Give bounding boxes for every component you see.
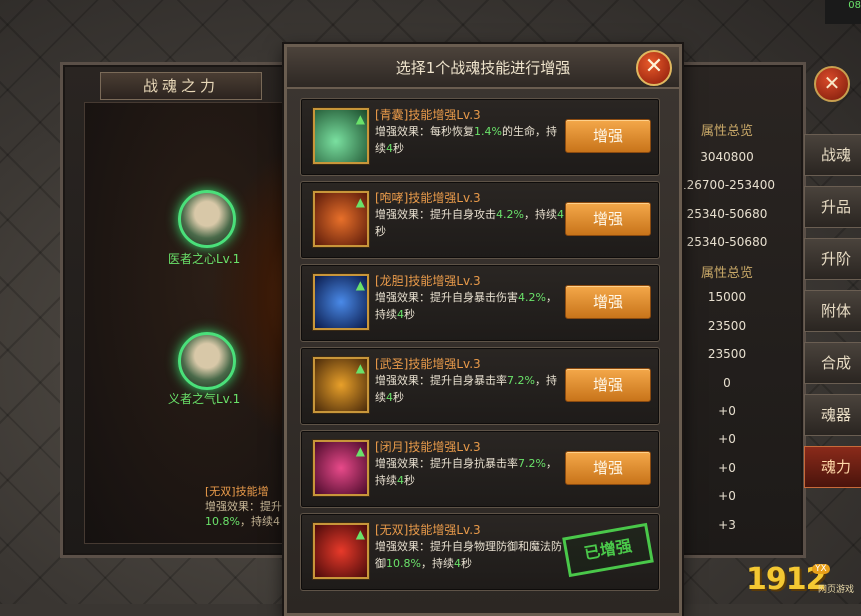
- upgrade-arrow-icon: ▲: [355, 361, 365, 375]
- moon-dancer-icon: ▲: [313, 440, 369, 496]
- upgrade-arrow-icon: ▲: [355, 195, 365, 209]
- tab-combine[interactable]: 合成: [804, 342, 861, 384]
- soul-avatar-healer[interactable]: [178, 190, 236, 248]
- enhance-button[interactable]: 增强: [565, 202, 651, 236]
- modal-header: 选择1个战魂技能进行增强: [287, 47, 679, 89]
- panel-close-button[interactable]: ✕: [814, 66, 850, 102]
- stat-value: +0: [718, 489, 736, 503]
- left-skill-value: 10.8%: [205, 515, 240, 528]
- skill-name: [青囊]技能增强Lv.3: [375, 108, 481, 122]
- heal-wind-icon: ▲: [313, 108, 369, 164]
- skill-description: 增强效果：提升自身暴击伤害4.2%，持续4秒: [375, 291, 557, 321]
- skill-card: ▲ [无双]技能增强Lv.3 增强效果：提升自身物理防御和魔法防御10.8%，持…: [300, 513, 660, 591]
- stat-value: 3040800: [700, 150, 754, 164]
- skill-name: [闭月]技能增强Lv.3: [375, 440, 481, 454]
- enhance-button[interactable]: 增强: [565, 119, 651, 153]
- peerless-strike-icon: ▲: [313, 523, 369, 579]
- stat-value: 15000: [707, 290, 747, 304]
- skill-card: ▲ [龙胆]技能增强Lv.3 增强效果：提升自身暴击伤害4.2%，持续4秒 增强: [300, 264, 660, 342]
- skill-card: ▲ [武圣]技能增强Lv.3 增强效果：提升自身暴击率7.2%，持续4秒 增强: [300, 347, 660, 425]
- war-saint-icon: ▲: [313, 357, 369, 413]
- stats-header-1: 属性总览: [700, 124, 753, 139]
- skill-description: 增强效果：提升自身暴击率7.2%，持续4秒: [375, 374, 557, 404]
- stat-value: +0: [718, 461, 736, 475]
- enhance-button[interactable]: 增强: [565, 285, 651, 319]
- enhance-button[interactable]: 增强: [565, 451, 651, 485]
- roar-face-icon: ▲: [313, 191, 369, 247]
- upgrade-arrow-icon: ▲: [355, 112, 365, 126]
- upgrade-arrow-icon: ▲: [355, 527, 365, 541]
- left-skill-line1: 增强效果：提升: [205, 500, 282, 513]
- skill-card: ▲ [咆哮]技能增强Lv.3 增强效果：提升自身攻击4.2%，持续4秒 增强: [300, 181, 660, 259]
- stat-value: 0: [723, 376, 731, 390]
- stat-value: 25340-50680: [686, 207, 768, 221]
- skill-name: [龙胆]技能增强Lv.3: [375, 274, 481, 288]
- skill-description: 增强效果：提升自身抗暴击率7.2%，持续4秒: [375, 457, 557, 487]
- skill-description: 增强效果：提升自身攻击4.2%，持续4秒: [375, 208, 564, 238]
- tab-upgrade-quality[interactable]: 升品: [804, 186, 861, 228]
- left-skill-name: [无双]技能增: [205, 485, 269, 498]
- skill-card: ▲ [青囊]技能增强Lv.3 增强效果：每秒恢复1.4%的生命，持续4秒 增强: [300, 98, 660, 176]
- dragon-spirit-icon: ▲: [313, 274, 369, 330]
- skill-description: 增强效果：每秒恢复1.4%的生命，持续4秒: [375, 125, 557, 155]
- stat-value: 126700-253400: [679, 178, 775, 192]
- panel-title: 战魂之力: [100, 72, 262, 100]
- stat-value: +0: [718, 432, 736, 446]
- skill-name: [咆哮]技能增强Lv.3: [375, 191, 481, 205]
- tab-soul[interactable]: 战魂: [804, 134, 861, 176]
- stat-value: 23500: [707, 347, 747, 361]
- tab-upgrade-rank[interactable]: 升阶: [804, 238, 861, 280]
- skill-description: 增强效果：提升自身物理防御和魔法防御10.8%，持续4秒: [375, 540, 562, 570]
- stat-value: 25340-50680: [686, 235, 768, 249]
- skill-name: [无双]技能增强Lv.3: [375, 523, 481, 537]
- stat-value: +3: [718, 518, 736, 532]
- soul-avatar-righteous[interactable]: [178, 332, 236, 390]
- skill-card: ▲ [闭月]技能增强Lv.3 增强效果：提升自身抗暴击率7.2%，持续4秒 增强: [300, 430, 660, 508]
- stats-header-2: 属性总览: [700, 266, 753, 281]
- skill-name: [武圣]技能增强Lv.3: [375, 357, 481, 371]
- left-skill-line2: ，持续4: [239, 515, 280, 528]
- modal-close-button[interactable]: ✕: [636, 50, 672, 86]
- tab-possess[interactable]: 附体: [804, 290, 861, 332]
- upgrade-arrow-icon: ▲: [355, 444, 365, 458]
- stat-value: 23500: [707, 319, 747, 333]
- site-logo-badge: YX: [812, 564, 830, 574]
- site-logo-subtitle: 网页游戏: [818, 585, 855, 595]
- upgrade-arrow-icon: ▲: [355, 278, 365, 292]
- soul-label-healer: 医者之心Lv.1: [168, 252, 241, 266]
- stat-value: +0: [718, 404, 736, 418]
- left-skill-info: [无双]技能增 增强效果：提升 10.8%，持续4: [205, 484, 295, 529]
- corner-indicator: 08: [825, 0, 861, 24]
- enhance-button[interactable]: 增强: [565, 368, 651, 402]
- tab-soul-power[interactable]: 魂力: [804, 446, 861, 488]
- tab-soul-artifact[interactable]: 魂器: [804, 394, 861, 436]
- modal-title: 选择1个战魂技能进行增强: [395, 59, 571, 77]
- enhanced-stamp: 已增强: [562, 522, 654, 578]
- soul-label-righteous: 义者之气Lv.1: [168, 392, 241, 406]
